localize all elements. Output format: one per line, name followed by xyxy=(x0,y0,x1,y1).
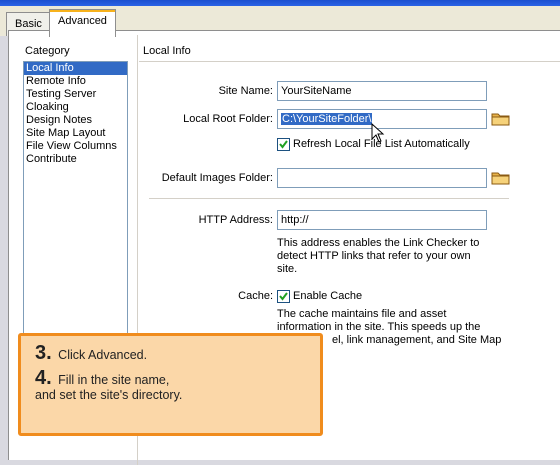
step-3: 3. Click Advanced. xyxy=(35,343,306,363)
site-name-input[interactable]: YourSiteName xyxy=(277,81,487,101)
step-3-number: 3. xyxy=(35,342,52,364)
folder-icon[interactable] xyxy=(491,111,511,127)
local-root-folder-label: Local Root Folder: xyxy=(183,113,273,125)
e-logo-icon xyxy=(519,421,551,453)
category-item-cloaking[interactable]: Cloaking xyxy=(24,101,127,114)
category-item-local-info[interactable]: Local Info xyxy=(24,62,127,75)
step-4-text-continued: and set the site's directory. xyxy=(35,388,183,402)
cache-label: Cache: xyxy=(238,290,273,302)
step-4-number: 4. xyxy=(35,367,52,389)
section-title: Local Info xyxy=(143,45,191,57)
step-4-text: Fill in the site name, xyxy=(58,373,170,387)
category-item-file-view-columns[interactable]: File View Columns xyxy=(24,140,127,153)
help-line: The cache maintains file and asset xyxy=(277,308,447,320)
http-address-help: This address enables the Link Checker to… xyxy=(277,237,527,276)
http-address-input[interactable]: http:// xyxy=(277,210,487,230)
enable-cache-checkbox[interactable] xyxy=(277,290,290,303)
step-4: 4. Fill in the site name, and set the si… xyxy=(35,368,306,403)
category-heading: Category xyxy=(25,45,70,57)
refresh-checkbox[interactable] xyxy=(277,138,290,151)
category-item-site-map-layout[interactable]: Site Map Layout xyxy=(24,127,127,140)
checkmark-icon xyxy=(279,140,288,149)
help-line: detect HTTP links that refer to your own xyxy=(277,250,471,262)
site-name-label: Site Name: xyxy=(218,85,273,97)
category-item-testing-server[interactable]: Testing Server xyxy=(24,88,127,101)
http-address-label: HTTP Address: xyxy=(198,214,273,226)
help-line: site. xyxy=(277,263,298,275)
folder-icon[interactable] xyxy=(491,170,511,186)
section-divider-top xyxy=(139,61,560,62)
section-divider-middle xyxy=(149,198,509,199)
category-item-design-notes[interactable]: Design Notes xyxy=(24,114,127,127)
enable-cache-checkbox-label[interactable]: Enable Cache xyxy=(293,290,362,302)
tab-advanced[interactable]: Advanced xyxy=(49,9,116,37)
local-root-folder-selected-text: C:\YourSiteFolder\ xyxy=(281,113,373,125)
category-item-contribute[interactable]: Contribute xyxy=(24,153,127,166)
default-images-folder-label: Default Images Folder: xyxy=(161,172,273,184)
help-line: This address enables the Link Checker to xyxy=(277,237,480,249)
refresh-checkbox-label[interactable]: Refresh Local File List Automatically xyxy=(293,138,470,150)
category-item-remote-info[interactable]: Remote Info xyxy=(24,75,127,88)
checkmark-icon xyxy=(279,292,288,301)
default-images-folder-input[interactable] xyxy=(277,168,487,188)
tutorial-callout: 3. Click Advanced. 4. Fill in the site n… xyxy=(18,333,323,436)
step-3-text: Click Advanced. xyxy=(58,348,148,362)
